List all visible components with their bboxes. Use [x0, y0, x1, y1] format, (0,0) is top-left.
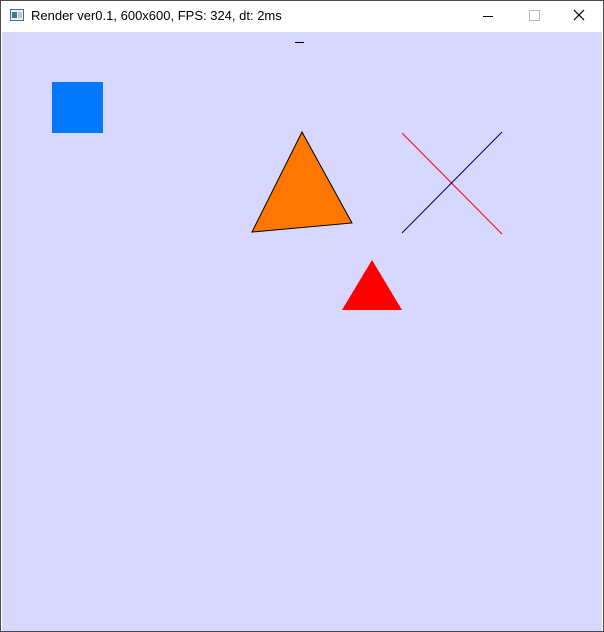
render-canvas[interactable] [2, 32, 602, 631]
orange-triangle [251, 130, 353, 233]
scene-svg [52, 42, 503, 310]
red-line [401, 132, 503, 235]
navy-line [401, 131, 503, 234]
blue-square [52, 82, 103, 133]
render-window: Render ver0.1, 600x600, FPS: 324, dt: 2m… [0, 0, 604, 632]
app-icon[interactable] [10, 9, 24, 21]
minimize-icon [483, 16, 493, 17]
window-title: Render ver0.1, 600x600, FPS: 324, dt: 2m… [31, 8, 282, 23]
maximize-icon [529, 10, 540, 21]
title-bar[interactable]: Render ver0.1, 600x600, FPS: 324, dt: 2m… [1, 1, 603, 31]
maximize-button[interactable] [511, 1, 557, 31]
red-triangle [342, 260, 402, 310]
close-icon [573, 9, 585, 21]
close-button[interactable] [557, 1, 603, 31]
minimize-button[interactable] [465, 1, 511, 31]
